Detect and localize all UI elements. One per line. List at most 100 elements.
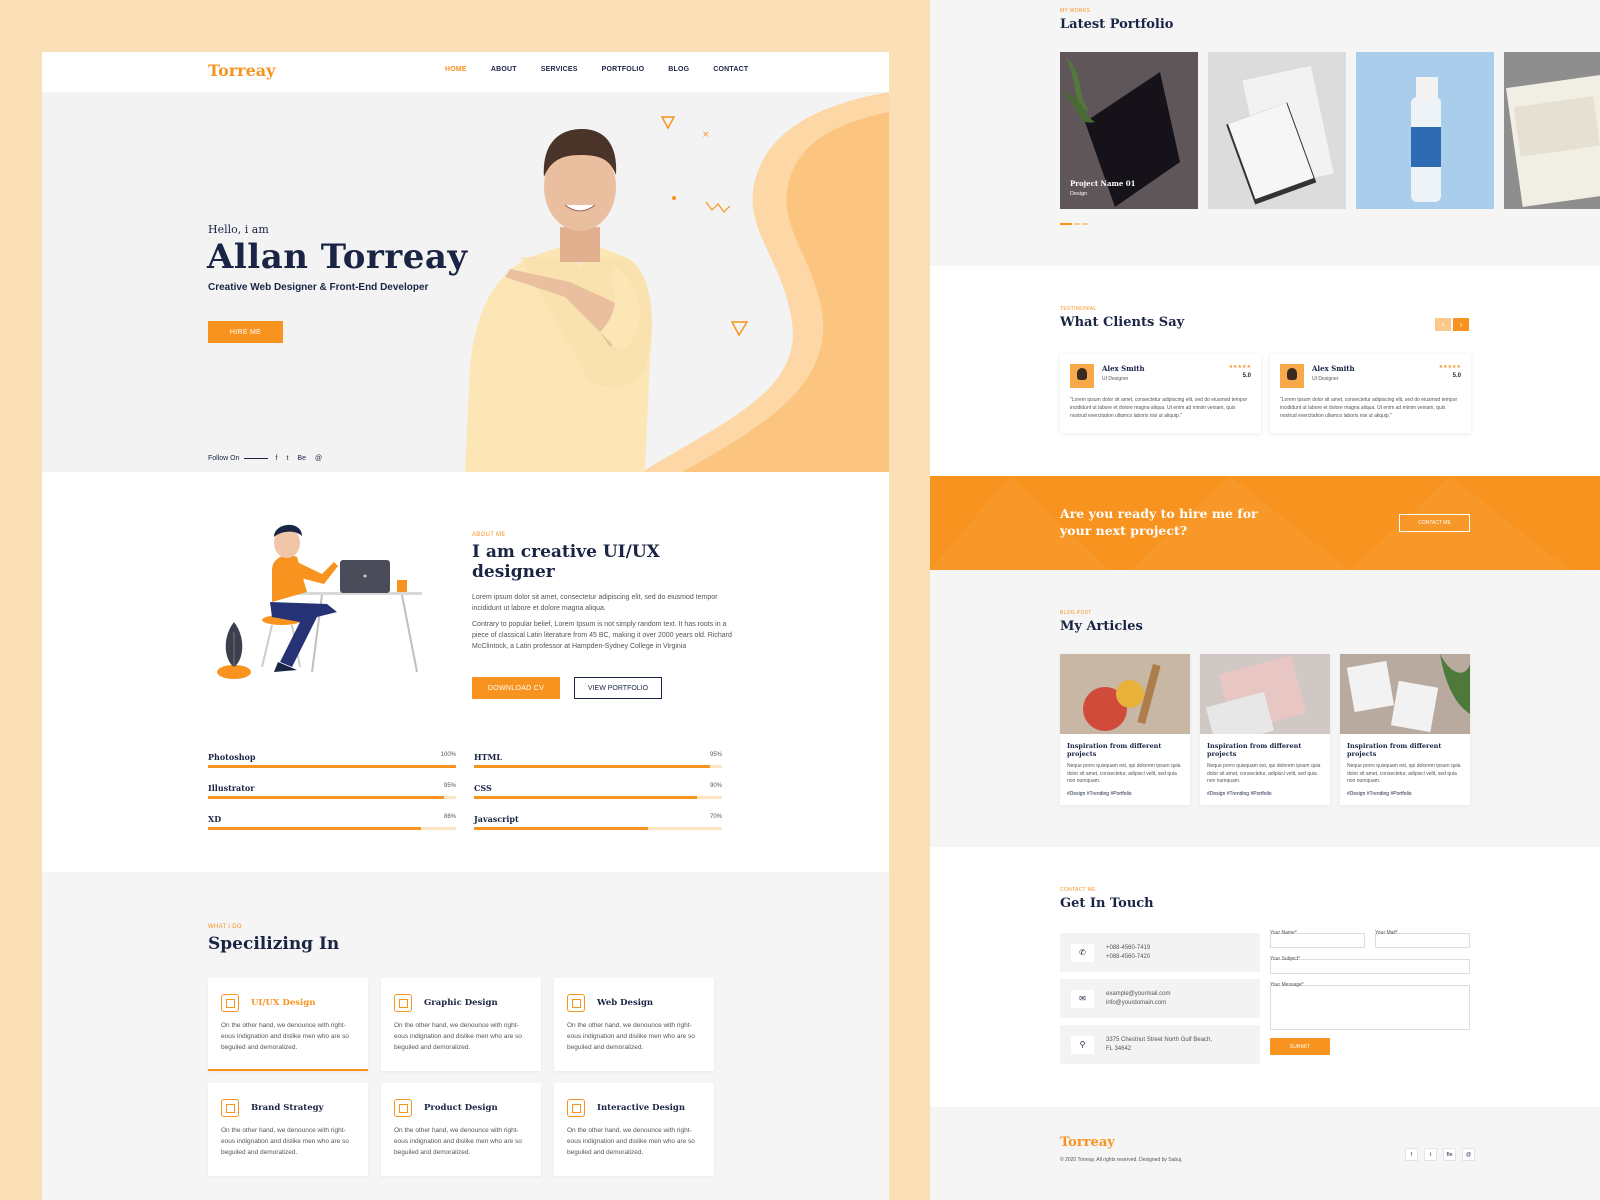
designer-illustration <box>217 524 422 679</box>
portfolio-pagination[interactable] <box>1060 223 1088 225</box>
facebook-icon[interactable]: f <box>1405 1148 1418 1161</box>
behance-icon[interactable]: Be <box>1443 1148 1456 1161</box>
article-cards: Inspiration from different projects Neque… <box>1060 654 1470 805</box>
nav-contact[interactable]: CONTACT <box>713 66 748 73</box>
article-title: Inspiration from different projects <box>1067 742 1162 758</box>
skills-grid: Photoshop 100% HTML 95% Illustrator 95% CSS… <box>208 752 723 830</box>
about-section: ABOUT ME I am creative UI/UX designer Lo… <box>472 532 737 699</box>
view-portfolio-button[interactable]: VIEW PORTFOLIO <box>574 677 662 699</box>
hire-me-button[interactable]: HIRE ME <box>208 321 283 343</box>
facebook-icon[interactable]: f <box>276 455 278 462</box>
testimonial-arrows: ‹ › <box>1435 318 1469 331</box>
nav-home[interactable]: HOME <box>445 66 467 73</box>
dribbble-icon[interactable]: @ <box>1462 1148 1475 1161</box>
uiux-icon <box>221 994 239 1012</box>
footer-logo[interactable]: Torreay <box>1060 1135 1115 1150</box>
portfolio-image <box>1411 77 1441 202</box>
skill-percent: 95% <box>443 783 456 789</box>
service-card-uiux[interactable]: UI/UX Design On the other hand, we denoun… <box>208 978 368 1071</box>
submit-button[interactable]: SUBMIT <box>1270 1038 1330 1055</box>
service-card-brand[interactable]: Brand Strategy On the other hand, we deno… <box>208 1083 368 1176</box>
service-card-graphic[interactable]: Graphic Design On the other hand, we deno… <box>381 978 541 1071</box>
skill-bar-fill <box>474 765 710 768</box>
follow-divider <box>243 458 268 459</box>
dribbble-icon[interactable]: @ <box>315 455 322 462</box>
skill-name: XD <box>208 814 222 824</box>
nav-about[interactable]: ABOUT <box>491 66 517 73</box>
skill-bar-fill <box>208 796 444 799</box>
article-card[interactable]: Inspiration from different projects Neque… <box>1200 654 1330 805</box>
twitter-icon[interactable]: t <box>1424 1148 1437 1161</box>
twitter-icon[interactable]: t <box>286 455 288 462</box>
pagination-dot[interactable] <box>1082 223 1088 225</box>
contact-form: Your Name* Your Mail* Your Subject* Your… <box>1270 930 1470 1055</box>
article-card[interactable]: Inspiration from different projects Neque… <box>1340 654 1470 805</box>
skill-bar-fill <box>474 827 648 830</box>
portfolio-item[interactable]: Project Name 01 Design <box>1060 52 1198 209</box>
client-role: UI Designer <box>1102 376 1129 382</box>
download-cv-button[interactable]: DOWNLOAD CV <box>472 677 560 699</box>
article-card[interactable]: Inspiration from different projects Neque… <box>1060 654 1190 805</box>
star-rating-icon: ★★★★★ <box>1228 364 1251 370</box>
avatar <box>1280 364 1304 388</box>
email-2[interactable]: info@yourdomain.com <box>1106 999 1170 1008</box>
message-field[interactable] <box>1270 985 1470 1030</box>
service-text: On the other hand, we denounce with righ… <box>394 1127 522 1156</box>
testimonial-header: TESTIMONIAL What Clients Say <box>1060 306 1184 330</box>
service-card-product[interactable]: Product Design On the other hand, we deno… <box>381 1083 541 1176</box>
service-text: On the other hand, we denounce with righ… <box>567 1127 695 1156</box>
address-info: ⚲ 3375 Chestnut Street North Gulf Beach, F… <box>1060 1025 1260 1064</box>
article-text: Neque porro quisquam est, qui dolorem ip… <box>1207 763 1321 784</box>
skill-bar <box>208 827 456 830</box>
web-design-icon <box>567 994 585 1012</box>
testimonial-section: TESTIMONIAL What Clients Say ‹ › Alex Sm… <box>930 266 1600 476</box>
skill-bar <box>474 796 722 799</box>
service-title: Brand Strategy <box>251 1103 324 1113</box>
skill-item: Javascript 70% <box>474 814 722 830</box>
testimonial-text: "Lorem ipsum dolor sit amet, consectetur… <box>1070 397 1248 419</box>
cta-pattern <box>930 476 1570 570</box>
contact-info: ✆ +088-4560-7419 +088-4560-7420 ✉ example@y… <box>1060 933 1260 1064</box>
email-1[interactable]: example@yourmail.com <box>1106 990 1170 999</box>
hero-portrait <box>465 129 653 472</box>
behance-icon[interactable]: Be <box>297 455 306 462</box>
portfolio-label: MY WORKS <box>1060 8 1091 14</box>
hero-section: × Hello, i am Allan Torreay Creative Web… <box>42 92 889 472</box>
contact-me-button[interactable]: CONTACT ME <box>1399 514 1470 532</box>
service-card-web[interactable]: Web Design On the other hand, we denounce… <box>554 978 714 1071</box>
landing-page-right: MY WORKS Latest Portfolio Project Name 0… <box>930 0 1600 1200</box>
portfolio-image <box>1226 65 1334 205</box>
articles-header: BLOG POST My Articles <box>1060 610 1143 634</box>
client-name: Alex Smith <box>1102 364 1145 373</box>
client-name: Alex Smith <box>1312 364 1355 373</box>
portfolio-item[interactable] <box>1356 52 1494 209</box>
site-logo[interactable]: Torreay <box>208 61 275 80</box>
skill-item: CSS 90% <box>474 783 722 799</box>
portfolio-item[interactable] <box>1208 52 1346 209</box>
skill-item: Photoshop 100% <box>208 752 456 768</box>
service-card-interactive[interactable]: Interactive Design On the other hand, we … <box>554 1083 714 1176</box>
portfolio-item[interactable] <box>1504 52 1600 209</box>
specializing-label: WHAT I DO <box>208 924 242 930</box>
skill-item: XD 86% <box>208 814 456 830</box>
nav-blog[interactable]: BLOG <box>668 66 689 73</box>
skill-item: Illustrator 95% <box>208 783 456 799</box>
nav-portfolio[interactable]: PORTFOLIO <box>602 66 645 73</box>
articles-label: BLOG POST <box>1060 610 1092 616</box>
pagination-dot[interactable] <box>1074 223 1080 225</box>
specializing-title: Specilizing In <box>208 934 340 954</box>
hire-cta-banner: Are you ready to hire me for your next p… <box>930 476 1600 570</box>
skill-percent: 100% <box>440 752 456 758</box>
portfolio-title: Latest Portfolio <box>1060 17 1174 32</box>
service-title: Product Design <box>424 1103 498 1113</box>
project-name: Project Name 01 <box>1070 179 1136 188</box>
next-arrow-icon[interactable]: › <box>1453 318 1469 331</box>
phone-icon: ✆ <box>1071 943 1094 962</box>
nav-services[interactable]: SERVICES <box>541 66 578 73</box>
product-design-icon <box>394 1099 412 1117</box>
prev-arrow-icon[interactable]: ‹ <box>1435 318 1451 331</box>
skill-name: HTML <box>474 752 502 762</box>
pagination-dot-active[interactable] <box>1060 223 1072 225</box>
address-line-1: 3375 Chestnut Street North Gulf Beach, <box>1106 1036 1213 1043</box>
portfolio-header: MY WORKS Latest Portfolio <box>1060 8 1173 32</box>
